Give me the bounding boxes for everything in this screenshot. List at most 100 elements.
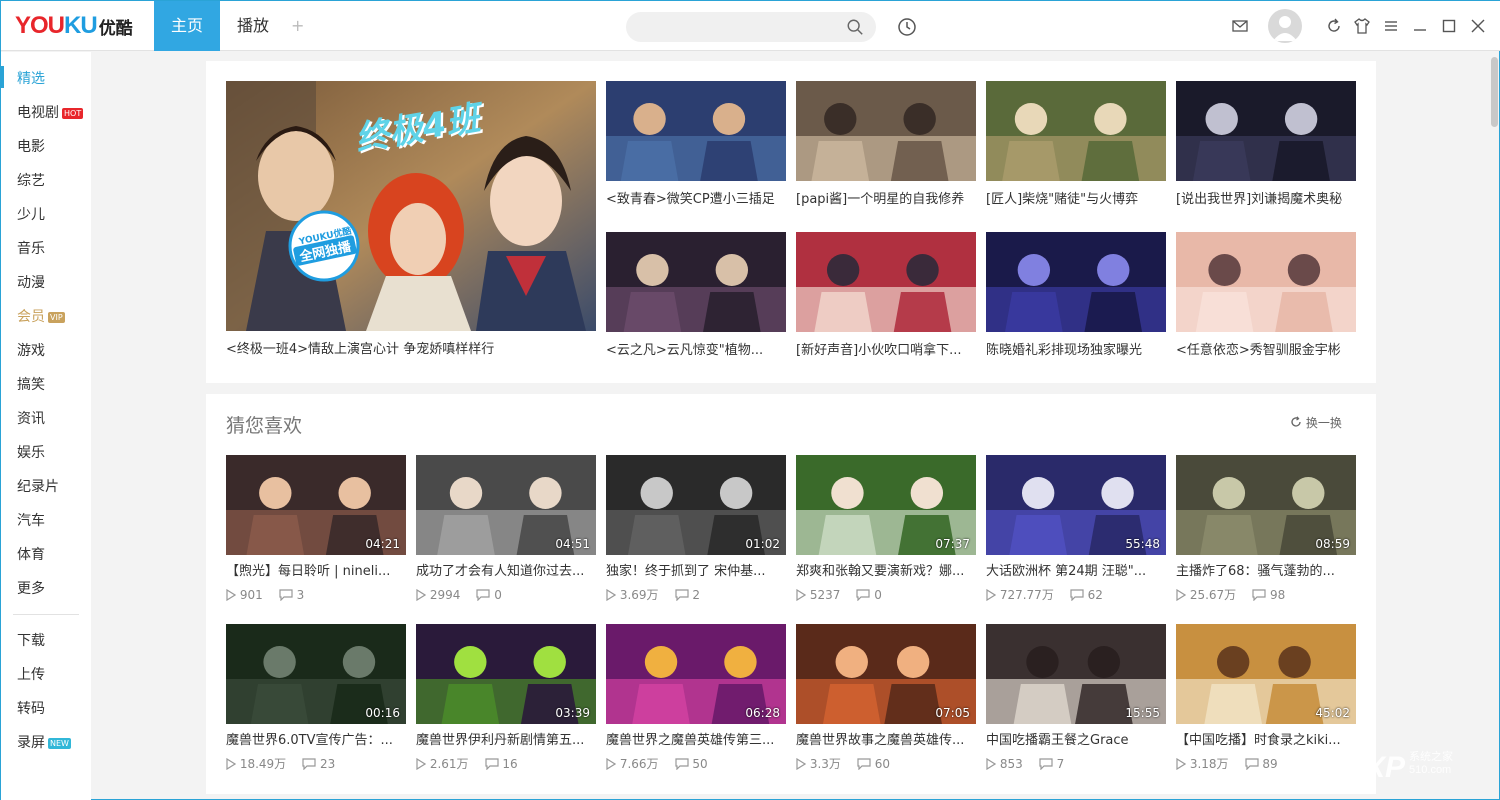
video-thumbnail[interactable]: 07:05 xyxy=(796,624,976,724)
hero-caption[interactable]: <终极一班4>情敌上演宫心计 争宠娇嗔样样行 xyxy=(226,340,596,360)
scrollbar-thumb[interactable] xyxy=(1491,57,1498,127)
video-thumbnail[interactable]: 03:39 xyxy=(416,624,596,724)
video-stats: 3.69万 2 xyxy=(606,587,700,603)
sidebar-item[interactable]: 少儿 xyxy=(17,205,45,225)
video-thumbnail[interactable]: 07:37 xyxy=(796,455,976,555)
featured-caption[interactable]: <致青春>微笑CP遭小三插足 xyxy=(606,190,786,210)
sidebar-item[interactable]: 精选 xyxy=(17,69,45,89)
sidebar-badge: HOT xyxy=(62,107,84,119)
search-icon[interactable] xyxy=(846,18,864,36)
featured-thumbnail[interactable] xyxy=(606,81,786,181)
video-duration: 04:51 xyxy=(555,537,590,551)
video-title[interactable]: 主播炸了68：骚气蓬勃的... xyxy=(1176,562,1356,582)
sidebar-item[interactable]: 资讯 xyxy=(17,409,45,429)
scrollbar-track[interactable] xyxy=(1489,52,1499,799)
featured-caption[interactable]: [匠人]柴烧"赌徒"与火博弈 xyxy=(986,190,1166,210)
sidebar-item[interactable]: 纪录片 xyxy=(17,477,59,497)
sidebar-item[interactable]: 上传 xyxy=(17,665,45,685)
history-clock-icon[interactable] xyxy=(897,17,917,37)
video-title[interactable]: 魔兽世界伊利丹新剧情第五... xyxy=(416,731,596,751)
video-title[interactable]: 【中国吃播】时食录之kiki... xyxy=(1176,731,1356,751)
sidebar-item[interactable]: 下载 xyxy=(17,631,45,651)
hero-thumbnail[interactable]: 终极4班 YOUKU优酷 全网独播 xyxy=(226,81,596,331)
thumbnail-image xyxy=(606,81,786,181)
tab-home[interactable]: 主页 xyxy=(154,1,220,51)
video-duration: 00:16 xyxy=(365,706,400,720)
sidebar-item[interactable]: 汽车 xyxy=(17,511,45,531)
featured-caption[interactable]: [说出我世界]刘谦揭魔术奥秘 xyxy=(1176,190,1356,210)
comment-icon xyxy=(1244,758,1259,771)
video-title[interactable]: 【煦光】每日聆听 | nineli... xyxy=(226,562,406,582)
sidebar-item[interactable]: 游戏 xyxy=(17,341,45,361)
video-thumbnail[interactable]: 45:02 xyxy=(1176,624,1356,724)
featured-thumbnail[interactable] xyxy=(606,232,786,332)
video-thumbnail[interactable]: 15:55 xyxy=(986,624,1166,724)
refresh-label: 换一换 xyxy=(1305,416,1342,430)
video-thumbnail[interactable]: 08:59 xyxy=(1176,455,1356,555)
sidebar-item[interactable]: 转码 xyxy=(17,699,45,719)
featured-thumbnail[interactable] xyxy=(1176,232,1356,332)
skin-shirt-icon[interactable] xyxy=(1353,17,1371,35)
video-thumbnail[interactable]: 04:51 xyxy=(416,455,596,555)
minimize-icon[interactable] xyxy=(1411,17,1429,35)
comment-icon xyxy=(279,589,293,602)
video-thumbnail[interactable]: 55:48 xyxy=(986,455,1166,555)
featured-thumbnail[interactable] xyxy=(986,232,1166,332)
featured-caption[interactable]: <任意依恋>秀智驯服金宇彬 xyxy=(1176,341,1356,361)
comment-count: 98 xyxy=(1270,588,1286,602)
featured-thumbnail[interactable] xyxy=(1176,81,1356,181)
comment-count: 50 xyxy=(692,757,708,771)
featured-caption[interactable]: 陈晓婚礼彩排现场独家曝光 xyxy=(986,341,1166,361)
featured-caption[interactable]: <云之凡>云凡惊变"植物... xyxy=(606,341,786,361)
sidebar-badge: NEW xyxy=(48,737,71,749)
youku-logo[interactable]: YOUKU 优酷 xyxy=(15,11,133,41)
video-title[interactable]: 成功了才会有人知道你过去... xyxy=(416,562,596,582)
sidebar-item[interactable]: 电影 xyxy=(17,137,45,157)
sidebar-item[interactable]: 体育 xyxy=(17,545,45,565)
sidebar-item-label: 电影 xyxy=(17,139,45,155)
mail-icon[interactable] xyxy=(1231,17,1249,35)
close-icon[interactable] xyxy=(1469,17,1487,35)
maximize-icon[interactable] xyxy=(1440,17,1458,35)
video-title[interactable]: 大话欧洲杯 第24期 汪聪"... xyxy=(986,562,1166,582)
video-title[interactable]: 独家！终于抓到了 宋仲基... xyxy=(606,562,786,582)
video-title[interactable]: 魔兽世界故事之魔兽英雄传... xyxy=(796,731,976,751)
sidebar-item[interactable]: 动漫 xyxy=(17,273,45,293)
video-title[interactable]: 中国吃播霸王餐之Grace xyxy=(986,731,1166,751)
menu-icon[interactable] xyxy=(1382,17,1400,35)
comment-icon xyxy=(1252,589,1266,602)
featured-thumbnail[interactable] xyxy=(796,232,976,332)
video-thumbnail[interactable]: 01:02 xyxy=(606,455,786,555)
featured-thumbnail[interactable] xyxy=(796,81,976,181)
sidebar-item[interactable]: 综艺 xyxy=(17,171,45,191)
comment-count: 2 xyxy=(692,588,701,602)
tab-play[interactable]: 播放 xyxy=(220,1,286,51)
video-title[interactable]: 郑爽和张翰又要演新戏？娜... xyxy=(796,562,976,582)
sidebar-item[interactable]: 音乐 xyxy=(17,239,45,259)
comment-count: 89 xyxy=(1262,757,1278,771)
add-tab-button[interactable]: + xyxy=(291,16,304,35)
featured-caption[interactable]: [新好声音]小伙吹口哨拿下... xyxy=(796,341,976,361)
sidebar-item[interactable]: 会员 VIP xyxy=(17,307,65,327)
sidebar-item[interactable]: 娱乐 xyxy=(17,443,45,463)
search-box[interactable] xyxy=(626,12,876,42)
video-stats: 25.67万 98 xyxy=(1176,587,1285,603)
play-count-icon xyxy=(606,588,617,602)
video-title[interactable]: 魔兽世界之魔兽英雄传第三... xyxy=(606,731,786,751)
comment-icon xyxy=(856,589,870,602)
view-count: 853 xyxy=(999,757,1023,771)
sidebar-item[interactable]: 电视剧 HOT xyxy=(17,103,84,123)
video-title[interactable]: 魔兽世界6.0TV宣传广告：... xyxy=(226,731,406,751)
featured-caption[interactable]: [papi酱]一个明星的自我修养 xyxy=(796,190,976,210)
sidebar-item[interactable]: 更多 xyxy=(17,579,45,599)
sidebar-item[interactable]: 录屏 NEW xyxy=(17,733,71,753)
video-thumbnail[interactable]: 00:16 xyxy=(226,624,406,724)
sidebar-item-label: 少儿 xyxy=(17,207,45,223)
sidebar-item[interactable]: 搞笑 xyxy=(17,375,45,395)
refresh-button[interactable]: 换一换 xyxy=(1290,414,1342,431)
user-avatar[interactable] xyxy=(1268,9,1302,43)
featured-thumbnail[interactable] xyxy=(986,81,1166,181)
video-thumbnail[interactable]: 06:28 xyxy=(606,624,786,724)
refresh-icon[interactable] xyxy=(1325,17,1343,35)
video-thumbnail[interactable]: 04:21 xyxy=(226,455,406,555)
